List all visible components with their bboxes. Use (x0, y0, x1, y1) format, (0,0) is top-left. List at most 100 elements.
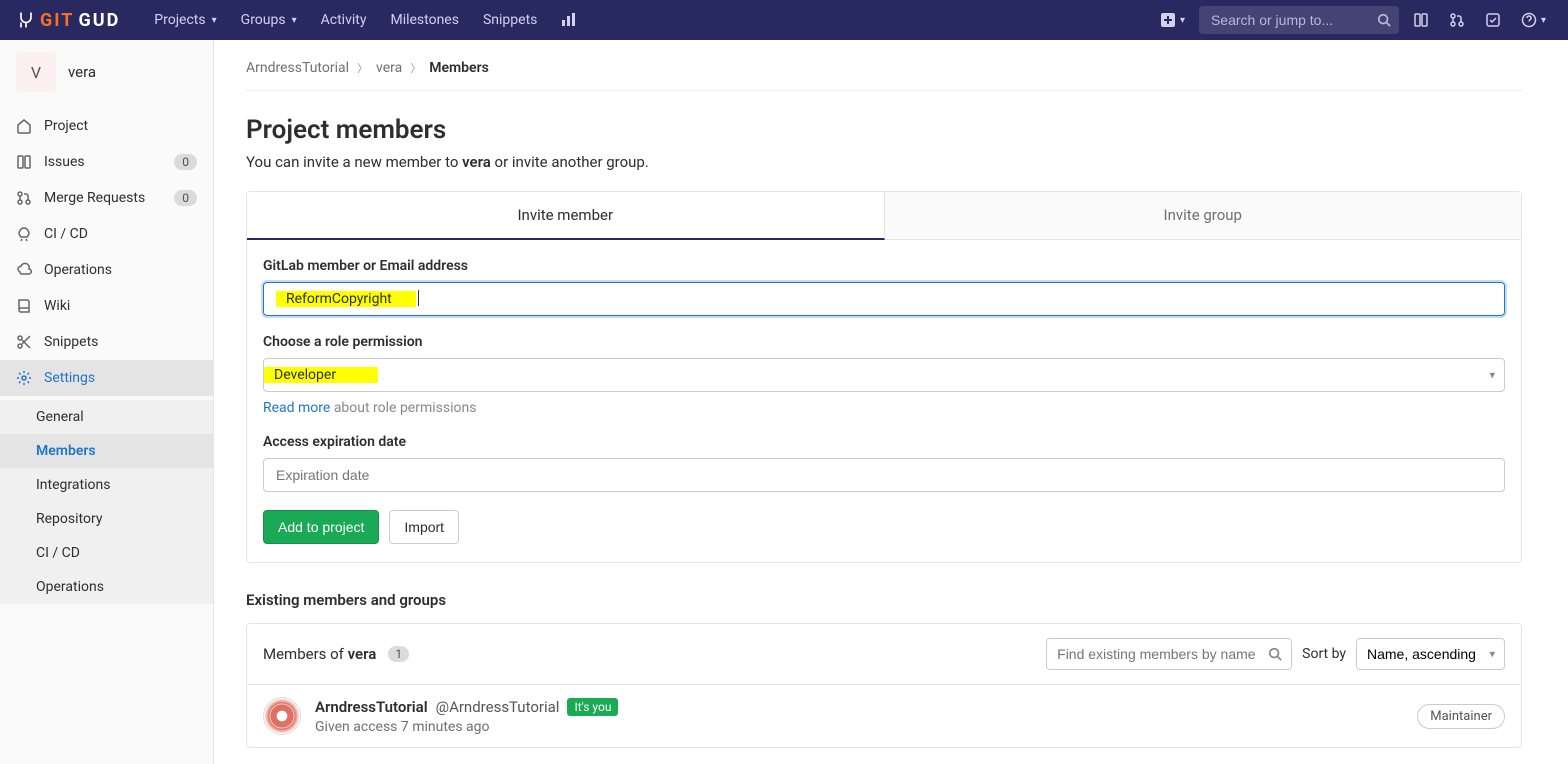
sort-select-wrap: Name, ascending ▾ (1356, 638, 1505, 670)
page-description: You can invite a new member to vera or i… (246, 153, 1522, 171)
plus-icon[interactable]: ▾ (1154, 6, 1191, 34)
sidebar-item-cicd[interactable]: CI / CD (0, 216, 213, 252)
chevron-down-icon: ▾ (292, 15, 297, 26)
role-badge: Maintainer (1417, 704, 1505, 729)
members-controls: Sort by Name, ascending ▾ (1046, 638, 1505, 670)
issues-icon (16, 154, 32, 170)
chevron-down-icon: ▾ (1489, 648, 1495, 661)
sidebar-item-project[interactable]: Project (0, 108, 213, 144)
sidebar-item-operations[interactable]: Operations (0, 252, 213, 288)
existing-title: Existing members and groups (246, 591, 1522, 609)
cloud-icon (16, 262, 32, 278)
nav-groups[interactable]: Groups▾ (231, 4, 307, 36)
nav-activity[interactable]: Activity (311, 4, 377, 36)
logo-text-git: GIT (40, 10, 74, 31)
sidebar-nav: Project Issues0 Merge Requests0 CI / CD … (0, 104, 213, 400)
you-badge: It's you (567, 698, 618, 716)
breadcrumb-root[interactable]: ArndressTutorial (246, 60, 349, 76)
issues-count: 0 (174, 154, 197, 170)
invite-panel: Invite member Invite group GitLab member… (246, 191, 1522, 563)
project-header[interactable]: V vera (0, 40, 213, 104)
read-more-link[interactable]: Read more (263, 400, 330, 416)
home-icon (16, 118, 32, 134)
member-row: ArndressTutorial @ArndressTutorial It's … (247, 685, 1521, 747)
members-count: 1 (388, 646, 409, 662)
sidebar-item-wiki[interactable]: Wiki (0, 288, 213, 324)
scissors-icon (16, 334, 32, 350)
find-members-input[interactable] (1046, 638, 1292, 670)
help-icon[interactable]: ▾ (1515, 6, 1552, 34)
expiry-label: Access expiration date (263, 434, 1505, 450)
add-to-project-button[interactable]: Add to project (263, 510, 379, 544)
member-name[interactable]: ArndressTutorial (315, 698, 428, 716)
sub-general[interactable]: General (0, 400, 213, 434)
text-cursor (418, 290, 419, 306)
breadcrumb: ArndressTutorial 〉 vera 〉 Members (246, 56, 1522, 91)
chevron-down-icon: ▾ (1541, 15, 1546, 26)
member-input[interactable]: ReformCopyright (263, 282, 1505, 316)
form-actions: Add to project Import (263, 510, 1505, 544)
sidebar-item-merge-requests[interactable]: Merge Requests0 (0, 180, 213, 216)
tab-invite-group[interactable]: Invite group (885, 192, 1522, 240)
member-access-time: Given access 7 minutes ago (315, 719, 618, 735)
logo-text-gud: GUD (78, 10, 120, 31)
role-select-wrap: Developer ▾ (263, 358, 1505, 392)
sortby-label: Sort by (1302, 646, 1346, 662)
sidebar-item-issues[interactable]: Issues0 (0, 144, 213, 180)
nav-chart-icon[interactable] (551, 4, 587, 36)
role-select[interactable]: Developer (263, 358, 1505, 392)
project-name: vera (68, 63, 96, 81)
sort-select[interactable]: Name, ascending (1356, 638, 1505, 670)
members-of-title: Members of vera (263, 645, 376, 663)
nav-snippets[interactable]: Snippets (473, 4, 547, 36)
invite-form: GitLab member or Email address ReformCop… (247, 240, 1521, 562)
chevron-right-icon: 〉 (357, 60, 368, 76)
top-nav: GITGUD Projects▾ Groups▾ Activity Milest… (0, 0, 1568, 40)
nav-projects[interactable]: Projects▾ (144, 4, 226, 36)
nav-milestones[interactable]: Milestones (380, 4, 469, 36)
search-wrap (1199, 6, 1399, 34)
search-input[interactable] (1199, 6, 1399, 34)
avatar[interactable] (263, 697, 301, 735)
sidebar: V vera Project Issues0 Merge Requests0 C… (0, 40, 214, 764)
sub-cicd[interactable]: CI / CD (0, 536, 213, 570)
members-panel: Members of vera 1 Sort by Name, ascendin… (246, 623, 1522, 748)
page-title: Project members (246, 115, 1522, 145)
todos-icon[interactable] (1479, 6, 1507, 34)
chevron-down-icon: ▾ (1180, 15, 1185, 26)
sub-repository[interactable]: Repository (0, 502, 213, 536)
tab-invite-member[interactable]: Invite member (247, 192, 885, 240)
chevron-down-icon: ▾ (212, 15, 217, 26)
chevron-right-icon: 〉 (410, 60, 421, 76)
breadcrumb-current: Members (429, 60, 489, 76)
find-wrap (1046, 638, 1292, 670)
invite-tabs: Invite member Invite group (247, 192, 1521, 240)
merge-icon (16, 190, 32, 206)
sub-integrations[interactable]: Integrations (0, 468, 213, 502)
search-icon (1377, 13, 1391, 27)
issues-icon[interactable] (1407, 6, 1435, 34)
rocket-icon (16, 226, 32, 242)
import-button[interactable]: Import (389, 510, 459, 544)
sidebar-item-snippets[interactable]: Snippets (0, 324, 213, 360)
expiry-input[interactable] (263, 458, 1505, 492)
main-content: ArndressTutorial 〉 vera 〉 Members Projec… (214, 40, 1554, 764)
settings-submenu: General Members Integrations Repository … (0, 400, 213, 604)
topnav-right: ▾ ▾ (1154, 6, 1552, 34)
chevron-down-icon: ▾ (1489, 369, 1495, 382)
member-name-line: ArndressTutorial @ArndressTutorial It's … (315, 698, 618, 716)
member-value-highlight: ReformCopyright (276, 291, 416, 307)
role-help: Read more about role permissions (263, 400, 1505, 416)
breadcrumb-project[interactable]: vera (376, 60, 402, 76)
member-handle: @ArndressTutorial (436, 698, 560, 716)
logo[interactable]: GITGUD (16, 10, 120, 31)
sub-operations[interactable]: Operations (0, 570, 213, 604)
logo-icon (16, 10, 36, 30)
project-avatar: V (16, 52, 56, 92)
topnav-menu: Projects▾ Groups▾ Activity Milestones Sn… (144, 4, 587, 36)
sub-members[interactable]: Members (0, 434, 213, 468)
sidebar-item-settings[interactable]: Settings (0, 360, 213, 396)
merge-requests-icon[interactable] (1443, 6, 1471, 34)
gear-icon (16, 370, 32, 386)
mr-count: 0 (174, 190, 197, 206)
